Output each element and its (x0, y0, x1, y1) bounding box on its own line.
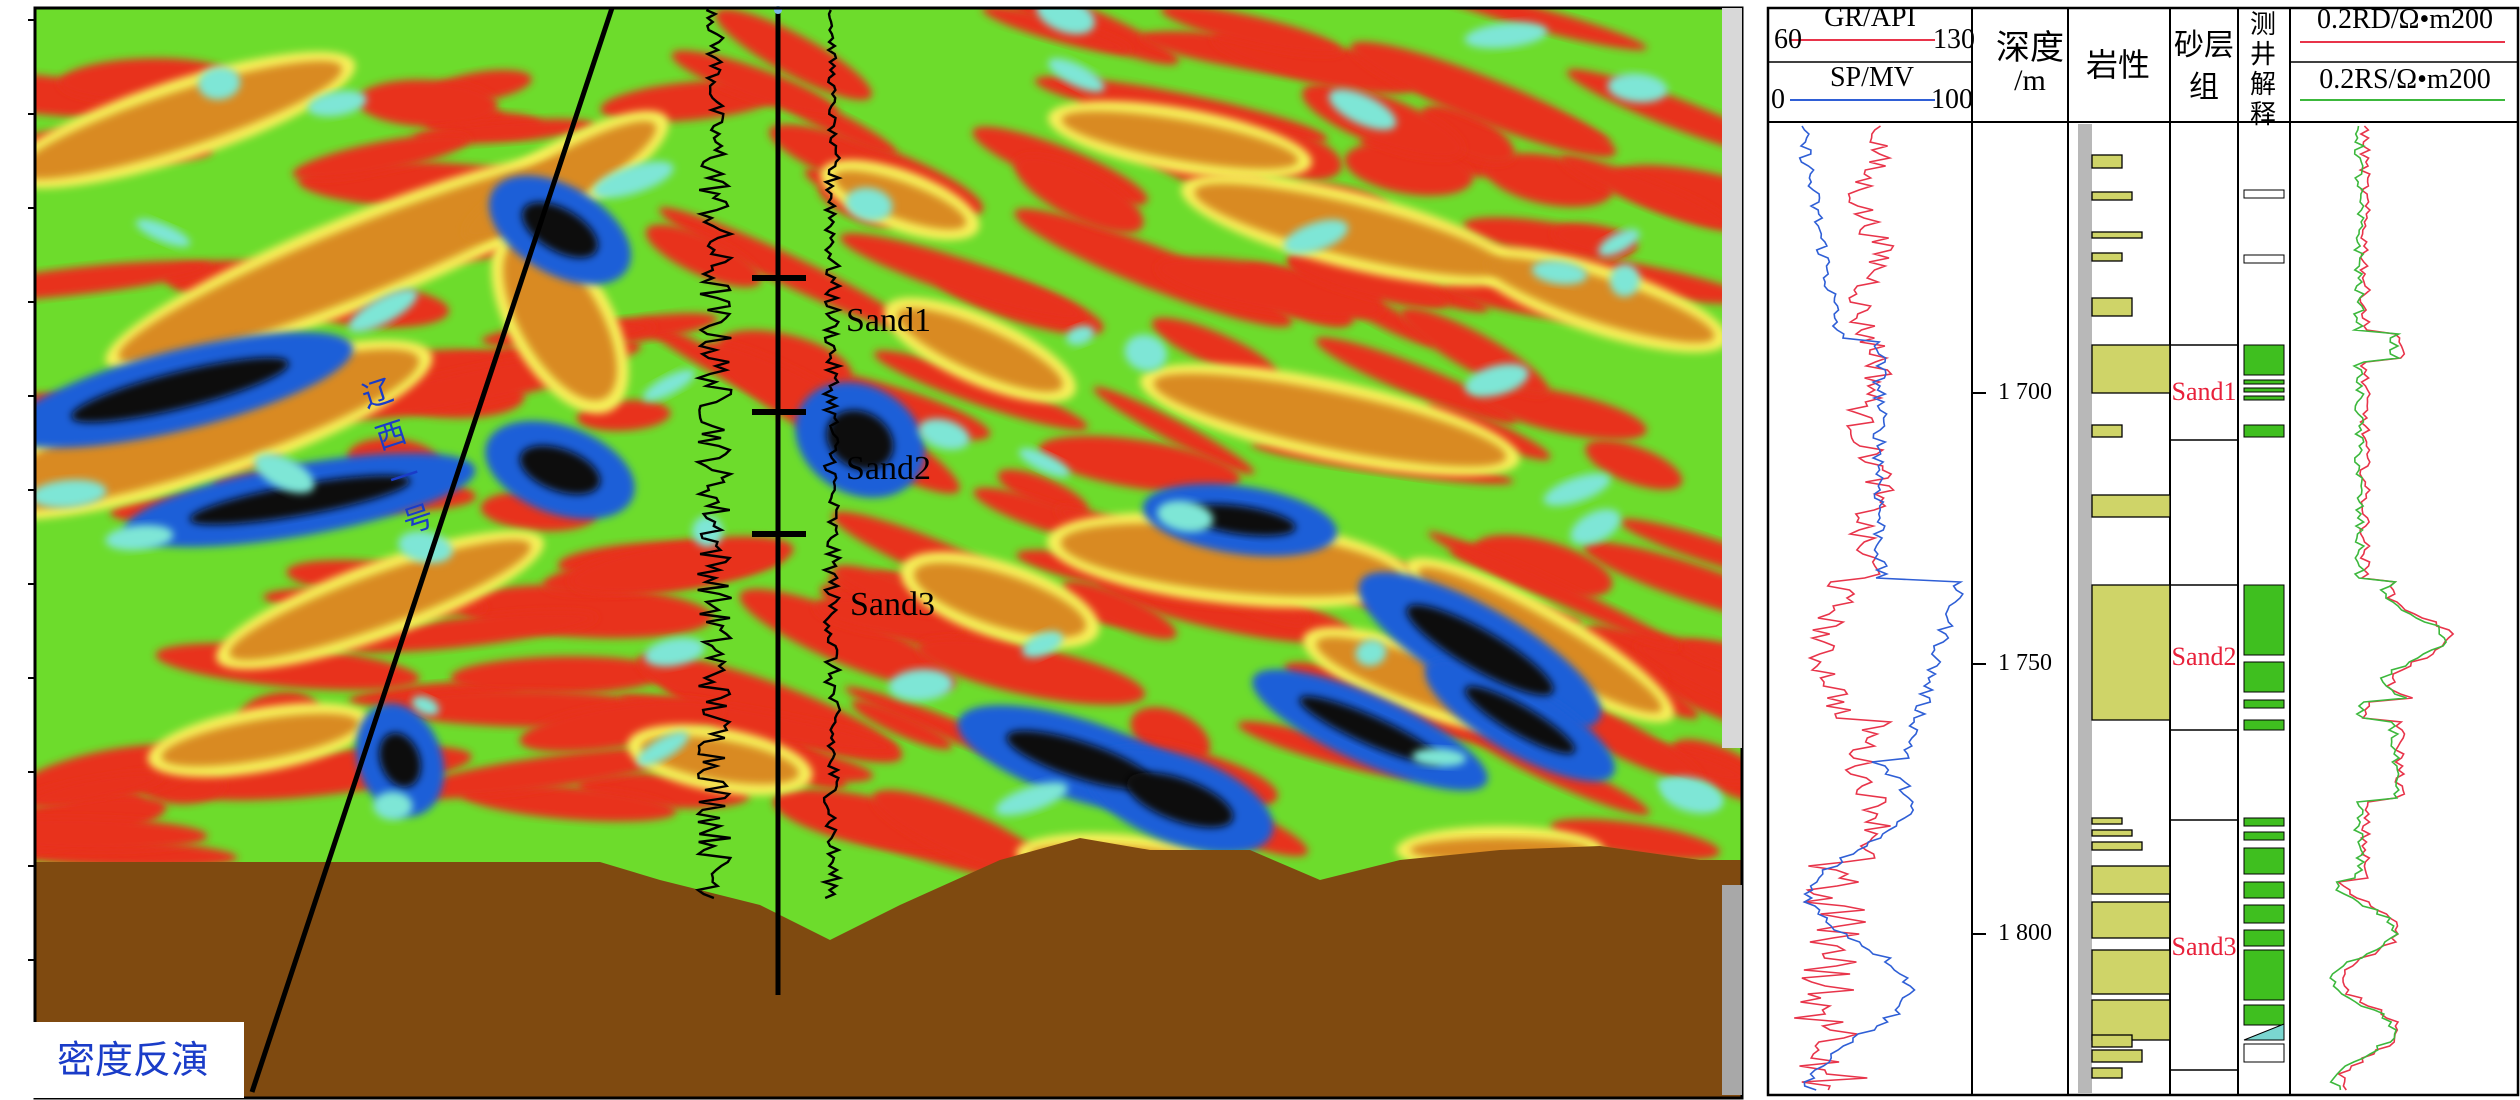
depth-tick-1750: 1 750 (1998, 650, 2052, 676)
lithology-block (2091, 231, 2143, 239)
interp-bottom (2243, 1043, 2285, 1063)
interp-fill (2243, 831, 2285, 841)
lithology-block (2091, 252, 2123, 262)
lithology-header: 岩性 (2085, 46, 2150, 84)
interp-fill (2243, 584, 2285, 656)
lithology-block (2091, 344, 2171, 394)
sp-max: 100 (1931, 84, 1973, 115)
interp-tight (2243, 189, 2285, 199)
gr-max: 130 (1933, 24, 1975, 55)
depth-bar (2078, 124, 2092, 1093)
interp-fill (2243, 817, 2285, 827)
lithology-block (2091, 829, 2133, 837)
lithology-block (2091, 1067, 2123, 1079)
interp-tight (2243, 254, 2285, 264)
interp-fill (2243, 699, 2285, 709)
lithology-block (2091, 901, 2171, 939)
sp-label: SP/MV (1829, 62, 1915, 93)
gr-label: GR/API (1824, 2, 1916, 33)
figure-title: 密度反演 (22, 1022, 244, 1098)
well-log-panel (1766, 6, 2520, 1097)
interp-fill (2243, 1004, 2285, 1026)
depth-header-1: 深度 (1996, 28, 2064, 68)
lithology-block (2091, 999, 2171, 1041)
lithology-block (2091, 191, 2133, 201)
interp-fill (2243, 387, 2285, 393)
lithology-block (2091, 865, 2171, 895)
figure-root: GR/API 60 130 SP/MV 0 100 深度 /m 岩性 砂层 组 … (0, 0, 2520, 1100)
sand1-label: Sand1 (846, 302, 931, 339)
depth-header-2: /m (2014, 64, 2046, 97)
interp-fill (2243, 929, 2285, 947)
lithology-block (2091, 154, 2123, 169)
lithology-block (2091, 949, 2171, 995)
depth-tick-1700: 1 700 (1998, 379, 2052, 405)
depth-tick-1800: 1 800 (1998, 920, 2052, 946)
interp-fill (2243, 949, 2285, 1001)
gr-min: 60 (1774, 24, 1802, 55)
interp-fill (2243, 719, 2285, 731)
sand-group-header-2: 组 (2189, 70, 2219, 105)
sand3-label: Sand3 (850, 586, 935, 623)
lithology-block (2091, 817, 2123, 825)
interp-fill (2243, 344, 2285, 376)
lithology-block (2091, 1034, 2133, 1048)
sand-group-header-1: 砂层 (2174, 28, 2234, 63)
interp-header-4: 释 (2249, 100, 2276, 130)
interp-fill (2243, 661, 2285, 693)
sand-group-1: Sand1 (2171, 377, 2237, 406)
sand-group-2: Sand2 (2171, 642, 2237, 671)
rd-label: 0.2RD/Ω•m200 (2316, 4, 2494, 35)
lithology-block (2091, 424, 2123, 438)
interp-fill (2243, 424, 2285, 438)
sp-min: 0 (1771, 84, 1785, 115)
lithology-block (2091, 1049, 2143, 1063)
interp-fill (2243, 379, 2285, 385)
rs-label: 0.2RS/Ω•m200 (2319, 64, 2491, 95)
sand2-label: Sand2 (846, 450, 931, 487)
lithology-block (2091, 494, 2171, 518)
interp-fill (2243, 847, 2285, 875)
interp-fill (2243, 904, 2285, 924)
sand-group-3: Sand3 (2171, 932, 2237, 961)
lithology-block (2091, 841, 2143, 851)
lithology-block (2091, 297, 2133, 317)
interp-fill (2243, 881, 2285, 899)
lithology-block (2091, 584, 2171, 721)
interp-fill (2243, 395, 2285, 401)
